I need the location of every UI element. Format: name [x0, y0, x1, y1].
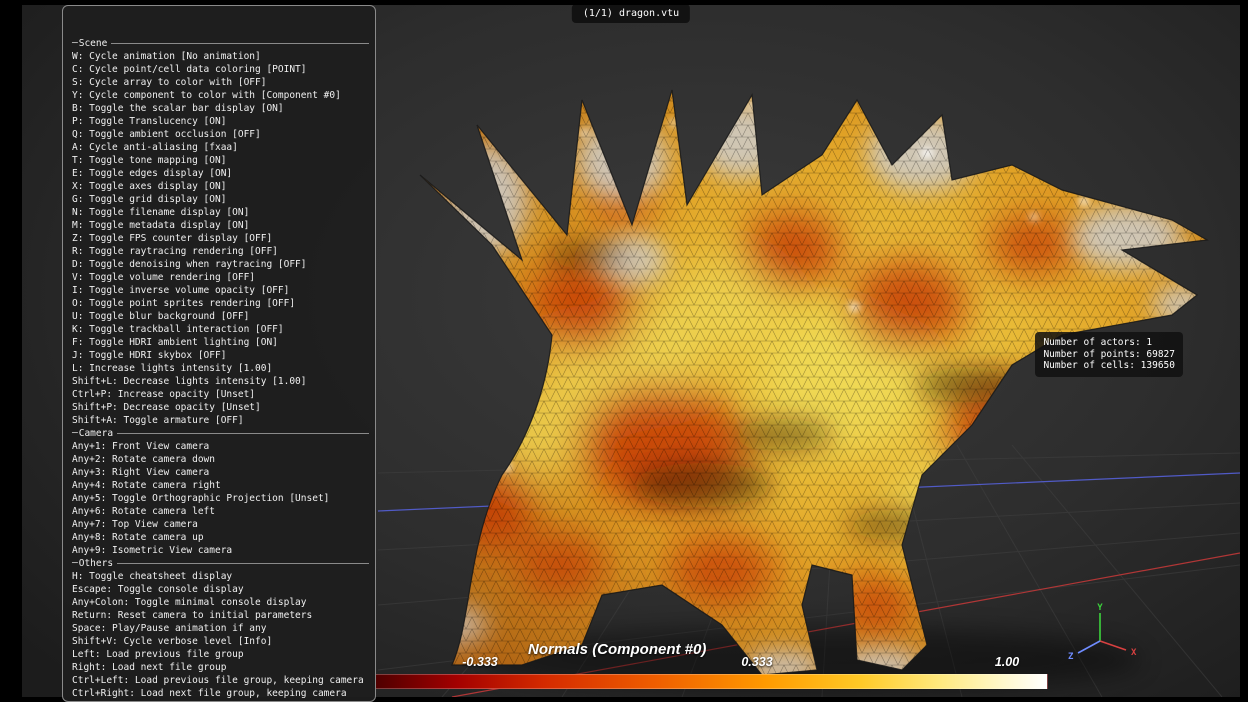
- cheatsheet-item: I: Toggle inverse volume opacity [OFF]: [72, 284, 369, 297]
- cheatsheet-item: Y: Cycle component to color with [Compon…: [72, 89, 369, 102]
- cheatsheet-item: Any+4: Rotate camera right: [72, 479, 369, 492]
- cheatsheet-item: C: Cycle point/cell data coloring [POINT…: [72, 63, 369, 76]
- cheatsheet-item: Right: Load next file group: [72, 661, 369, 674]
- cheatsheet-item: Shift+L: Decrease lights intensity [1.00…: [72, 375, 369, 388]
- cheatsheet-section-header-camera: ─Camera: [72, 427, 369, 440]
- axes-widget: Y X Z: [1064, 603, 1164, 673]
- filename-badge: (1/1) dragon.vtu: [572, 5, 690, 23]
- scalar-bar-title: Normals (Component #0): [528, 641, 706, 658]
- cheatsheet-item: O: Toggle point sprites rendering [OFF]: [72, 297, 369, 310]
- cheatsheet-item: P: Toggle Translucency [ON]: [72, 115, 369, 128]
- dragon-mesh: [417, 90, 1212, 685]
- cheatsheet-item: Any+5: Toggle Orthographic Projection [U…: [72, 492, 369, 505]
- axis-x-label: X: [1131, 648, 1137, 658]
- cheatsheet-item: Q: Toggle ambient occlusion [OFF]: [72, 128, 369, 141]
- metadata-line-cells: Number of cells: 139650: [1043, 360, 1175, 372]
- scalar-bar-tick-max: 1.00: [995, 655, 1019, 669]
- axis-z-line: [1078, 641, 1100, 653]
- cheatsheet-item: Any+7: Top View camera: [72, 518, 369, 531]
- cheatsheet-item: N: Toggle filename display [ON]: [72, 206, 369, 219]
- scalar-bar-gradient: [375, 674, 1048, 689]
- cheatsheet-item: M: Toggle metadata display [ON]: [72, 219, 369, 232]
- cheatsheet-item: Return: Reset camera to initial paramete…: [72, 609, 369, 622]
- metadata-line-actors: Number of actors: 1: [1043, 337, 1175, 349]
- cheatsheet-item: Space: Play/Pause animation if any: [72, 622, 369, 635]
- cheatsheet-item: W: Cycle animation [No animation]: [72, 50, 369, 63]
- cheatsheet-item: Any+2: Rotate camera down: [72, 453, 369, 466]
- cheatsheet-item: H: Toggle cheatsheet display: [72, 570, 369, 583]
- scalar-bar-tick-min: -0.333: [462, 655, 497, 669]
- cheatsheet-section-header-others: ─Others: [72, 557, 369, 570]
- cheatsheet-item: Any+1: Front View camera: [72, 440, 369, 453]
- cheatsheet-item: Shift+P: Decrease opacity [Unset]: [72, 401, 369, 414]
- cheatsheet-item: J: Toggle HDRI skybox [OFF]: [72, 349, 369, 362]
- axis-y-label: Y: [1097, 603, 1103, 613]
- cheatsheet-item: B: Toggle the scalar bar display [ON]: [72, 102, 369, 115]
- cheatsheet-item: Any+6: Rotate camera left: [72, 505, 369, 518]
- cheatsheet-item: F: Toggle HDRI ambient lighting [ON]: [72, 336, 369, 349]
- metadata-box: Number of actors: 1 Number of points: 69…: [1035, 332, 1183, 377]
- cheatsheet-item: Z: Toggle FPS counter display [OFF]: [72, 232, 369, 245]
- cheatsheet-item: Ctrl+Right: Load next file group, keepin…: [72, 687, 369, 700]
- cheatsheet-item: Shift+A: Toggle armature [OFF]: [72, 414, 369, 427]
- cheatsheet-item: Shift+V: Cycle verbose level [Info]: [72, 635, 369, 648]
- cheatsheet-item: X: Toggle axes display [ON]: [72, 180, 369, 193]
- cheatsheet: ─SceneW: Cycle animation [No animation]C…: [62, 5, 376, 702]
- axis-z-label: Z: [1068, 652, 1074, 662]
- cheatsheet-item: D: Toggle denoising when raytracing [OFF…: [72, 258, 369, 271]
- cheatsheet-item: S: Cycle array to color with [OFF]: [72, 76, 369, 89]
- axis-x-line: [1100, 641, 1126, 650]
- cheatsheet-item: A: Cycle anti-aliasing [fxaa]: [72, 141, 369, 154]
- cheatsheet-item: U: Toggle blur background [OFF]: [72, 310, 369, 323]
- cheatsheet-item: Any+3: Right View camera: [72, 466, 369, 479]
- scalar-bar: Normals (Component #0) -0.333 0.333 1.00: [375, 641, 1048, 697]
- cheatsheet-item: V: Toggle volume rendering [OFF]: [72, 271, 369, 284]
- cheatsheet-item: Any+9: Isometric View camera: [72, 544, 369, 557]
- cheatsheet-item: Ctrl+Left: Load previous file group, kee…: [72, 674, 369, 687]
- cheatsheet-section-header-scene: ─Scene: [72, 37, 369, 50]
- cheatsheet-item: Ctrl+P: Increase opacity [Unset]: [72, 388, 369, 401]
- cheatsheet-item: L: Increase lights intensity [1.00]: [72, 362, 369, 375]
- cheatsheet-item: Any+8: Rotate camera up: [72, 531, 369, 544]
- cheatsheet-item: Escape: Toggle console display: [72, 583, 369, 596]
- cheatsheet-item: K: Toggle trackball interaction [OFF]: [72, 323, 369, 336]
- application-window: (1/1) dragon.vtu Number of actors: 1 Num…: [0, 0, 1248, 702]
- cheatsheet-item: Left: Load previous file group: [72, 648, 369, 661]
- scalar-bar-tick-mid: 0.333: [741, 655, 772, 669]
- cheatsheet-item: E: Toggle edges display [ON]: [72, 167, 369, 180]
- cheatsheet-item: Any+Colon: Toggle minimal console displa…: [72, 596, 369, 609]
- cheatsheet-item: T: Toggle tone mapping [ON]: [72, 154, 369, 167]
- cheatsheet-item: R: Toggle raytracing rendering [OFF]: [72, 245, 369, 258]
- metadata-line-points: Number of points: 69827: [1043, 349, 1175, 361]
- cheatsheet-item: G: Toggle grid display [ON]: [72, 193, 369, 206]
- cheatsheet-content: ─SceneW: Cycle animation [No animation]C…: [72, 37, 369, 702]
